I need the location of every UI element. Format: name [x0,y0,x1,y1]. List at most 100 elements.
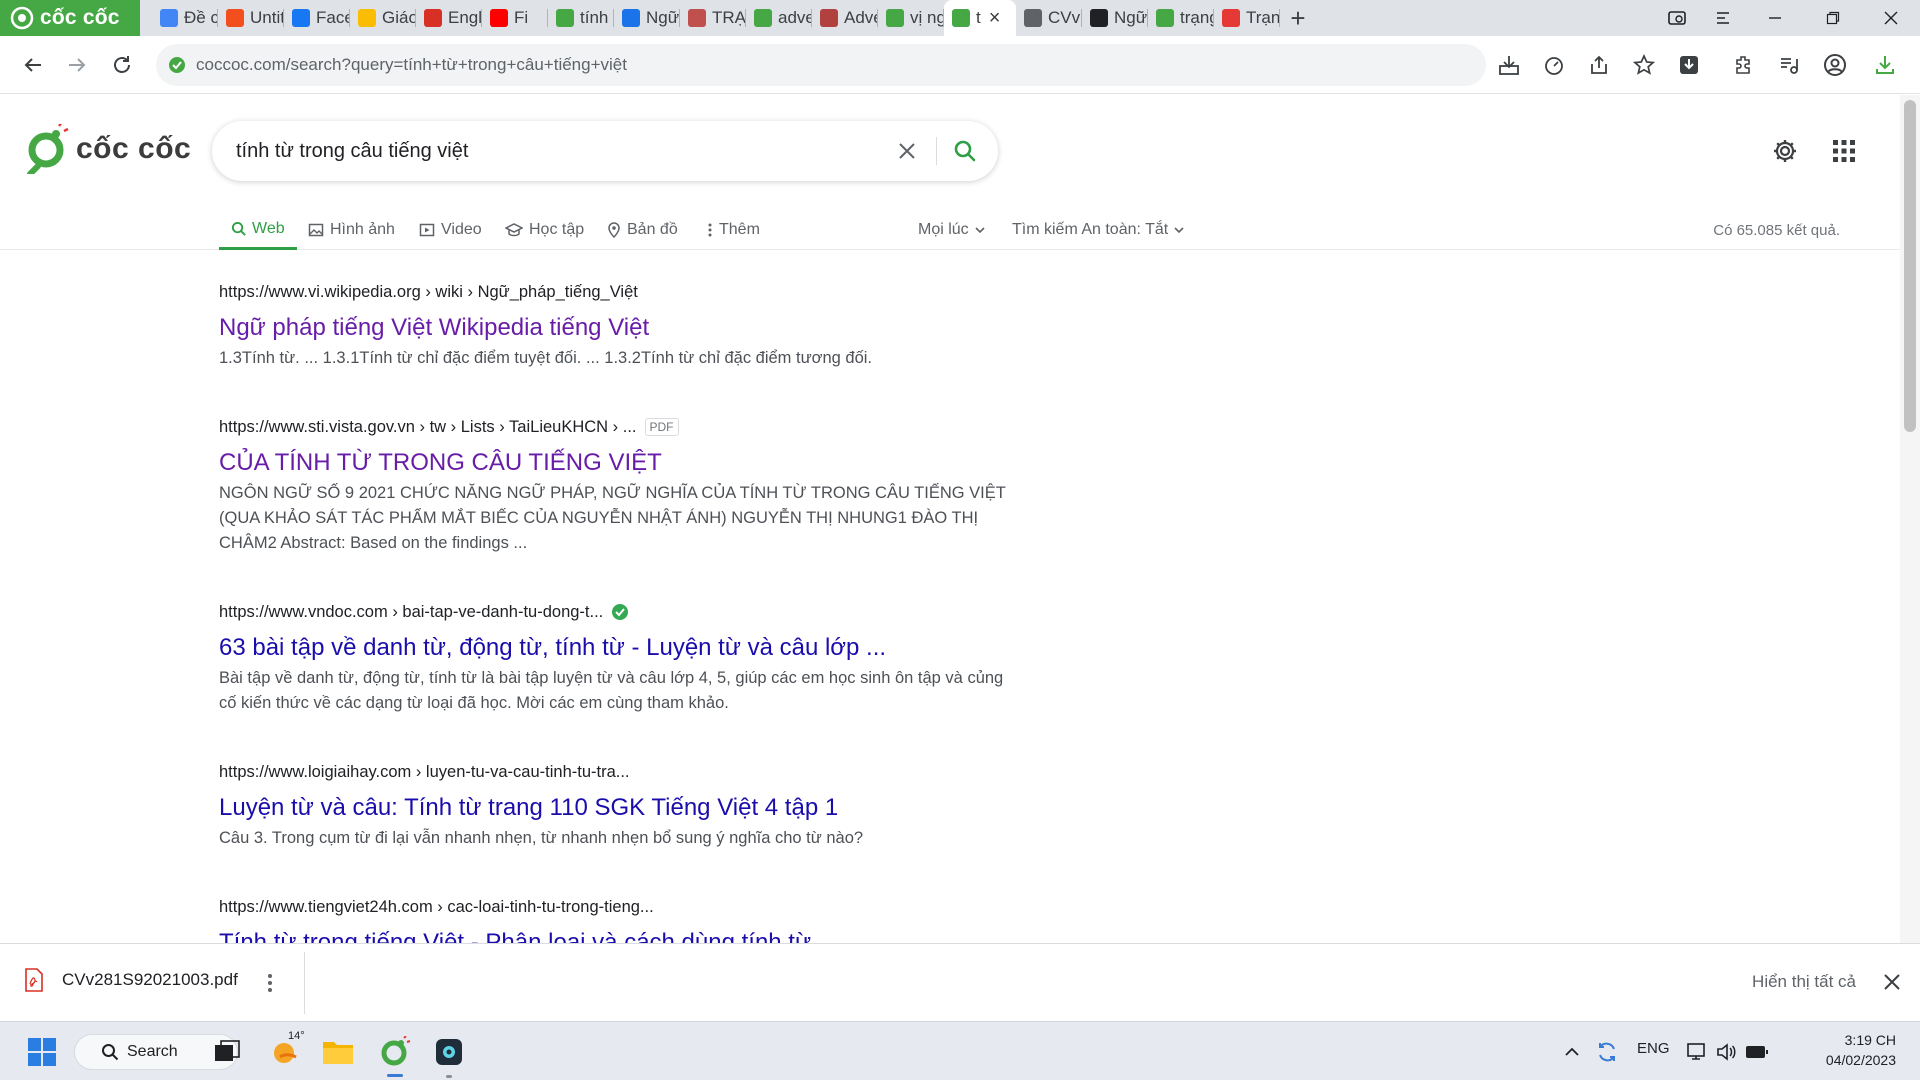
settings-button[interactable] [1770,136,1800,166]
coccoc-logo[interactable]: cốc cốc [26,124,191,174]
app-icon [436,1039,462,1065]
file-explorer-button[interactable] [318,1032,358,1072]
browser-tab[interactable]: CVv [1016,0,1082,36]
browser-tab[interactable]: Untitl [218,0,284,36]
tab-label: tính [580,8,609,27]
arrow-icon [622,9,640,27]
tab-search-icon[interactable] [1654,0,1700,36]
folder-icon [323,1042,353,1064]
browser-tab[interactable]: Ngữ [614,0,680,36]
browser-tab[interactable]: vị ng [878,0,944,36]
result-url-text: https://www.loigiaihay.com › luyen-tu-va… [219,762,630,781]
coccoc-logo-text: cốc cốc [76,132,192,165]
show-all-downloads-link[interactable]: Hiển thị tất cả [1752,972,1856,992]
result-title-link[interactable]: Ngữ pháp tiếng Việt Wikipedia tiếng Việt [219,312,1019,344]
download-item[interactable]: CVv281S92021003.pdf [24,968,238,992]
reload-button[interactable] [107,50,137,80]
clock-date: 04/02/2023 [1825,1052,1896,1068]
address-bar[interactable]: coccoc.com/search?query=tính+từ+trong+câ… [156,44,1486,86]
volume-tray-button[interactable] [1713,1032,1741,1072]
sync-tray-button[interactable] [1590,1032,1624,1072]
browser-tab[interactable]: TRẠI [680,0,746,36]
taskbar-search-label: Search [127,1043,178,1060]
tab-maps[interactable]: Bản đồ [607,210,678,250]
tray-overflow-button[interactable] [1558,1032,1586,1072]
tab-maps-label: Bản đồ [627,221,678,238]
result-url[interactable]: https://www.vndoc.com › bai-tap-ve-danh-… [219,600,1019,624]
tab-learn[interactable]: Học tập [505,210,584,250]
network-icon [1687,1043,1705,1060]
browser-tab[interactable]: Engli [416,0,482,36]
result-title-link[interactable]: 63 bài tập về danh từ, động từ, tính từ … [219,632,1019,664]
share-icon[interactable] [1586,52,1612,78]
input-language[interactable]: ENG [1637,1040,1670,1057]
sidebar-toggle-icon[interactable] [1700,0,1746,36]
browser-tab[interactable]: adve [746,0,812,36]
bookmark-star-icon[interactable] [1631,52,1657,78]
result-url[interactable]: https://www.tiengviet24h.com › cac-loai-… [219,895,1019,919]
result-url[interactable]: https://www.loigiaihay.com › luyen-tu-va… [219,760,1019,784]
forward-button[interactable] [62,50,92,80]
new-tab-button[interactable]: + [1280,0,1316,36]
extensions-icon[interactable] [1731,52,1757,78]
browser-tab[interactable]: Adve [812,0,878,36]
task-view-button[interactable] [207,1032,247,1072]
close-shelf-button[interactable] [1878,968,1906,996]
battery-tray-button[interactable] [1742,1032,1772,1072]
minimize-button[interactable] [1746,0,1804,36]
browser-tab[interactable]: t × [944,0,1016,36]
downloads-icon[interactable] [1872,52,1898,78]
taskbar-clock[interactable]: 3:19 CH 04/02/2023 [1826,1030,1896,1070]
tab-strip: cốc cốc Đề cư Untitl Faceb Giáo Engli Fi tính N… [0,0,1920,36]
browser-tab[interactable]: trạng [1148,0,1214,36]
close-window-button[interactable] [1862,0,1920,36]
back-button[interactable] [18,50,48,80]
coccoc-taskbar-button[interactable] [375,1032,415,1072]
profile-icon[interactable] [1822,52,1848,78]
browser-tab[interactable]: Đề cư [152,0,218,36]
safe-search-dropdown[interactable]: Tìm kiếm An toàn: Tắt [1012,210,1184,250]
browser-tab[interactable]: Trạng [1214,0,1280,36]
result-title-link[interactable]: Luyện từ và câu: Tính từ trang 110 SGK T… [219,792,1019,824]
network-tray-button[interactable] [1684,1032,1712,1072]
tab-more[interactable]: Thêm [707,210,760,250]
speaker-icon [1717,1043,1736,1061]
browser-logo[interactable]: cốc cốc [0,0,140,36]
restore-button[interactable] [1804,0,1862,36]
graduation-cap-icon [505,223,523,237]
tab-video[interactable]: Video [419,210,482,250]
result-url[interactable]: https://www.sti.vista.gov.vn › tw › List… [219,415,1019,439]
search-divider [936,137,937,165]
speed-icon[interactable] [1541,52,1567,78]
search-button[interactable] [951,137,979,165]
result-snippet: Bài tập về danh từ, động từ, tính từ là … [219,669,1004,712]
search-box[interactable]: tính từ trong câu tiếng việt [212,121,998,181]
browser-tab[interactable]: tính [548,0,614,36]
red-icon [1222,9,1240,27]
battery-icon [1746,1046,1768,1058]
page-scrollbar-thumb[interactable] [1904,100,1916,432]
browser-tab[interactable]: Fi [482,0,548,36]
start-button[interactable] [22,1032,62,1072]
browser-name: cốc cốc [40,6,120,29]
apps-button[interactable] [1829,136,1859,166]
install-icon[interactable] [1496,52,1522,78]
time-filter-dropdown[interactable]: Mọi lúc [918,210,985,250]
browser-tab[interactable]: Faceb [284,0,350,36]
clear-search-button[interactable] [895,139,919,163]
result-title-link[interactable]: CỦA TÍNH TỪ TRONG CÂU TIẾNG VIỆT [219,447,1019,479]
tab-more-label: Thêm [719,221,760,238]
media-control-icon[interactable] [1776,52,1802,78]
app-taskbar-button[interactable] [429,1032,469,1072]
result-snippet: 1.3Tính từ. ... 1.3.1Tính từ chỉ đặc điể… [219,349,872,367]
result-url[interactable]: https://www.vi.wikipedia.org › wiki › Ng… [219,280,1019,304]
browser-tab[interactable]: Ngữ [1082,0,1148,36]
globe-icon [1024,9,1042,27]
close-tab-icon[interactable]: × [989,7,1001,30]
tab-images[interactable]: Hình ảnh [308,210,395,250]
download-menu-button[interactable] [260,968,280,998]
search-input[interactable]: tính từ trong câu tiếng việt [236,140,468,163]
savior-download-icon[interactable] [1676,52,1702,78]
tab-web[interactable]: Web [219,210,297,250]
browser-tab[interactable]: Giáo [350,0,416,36]
